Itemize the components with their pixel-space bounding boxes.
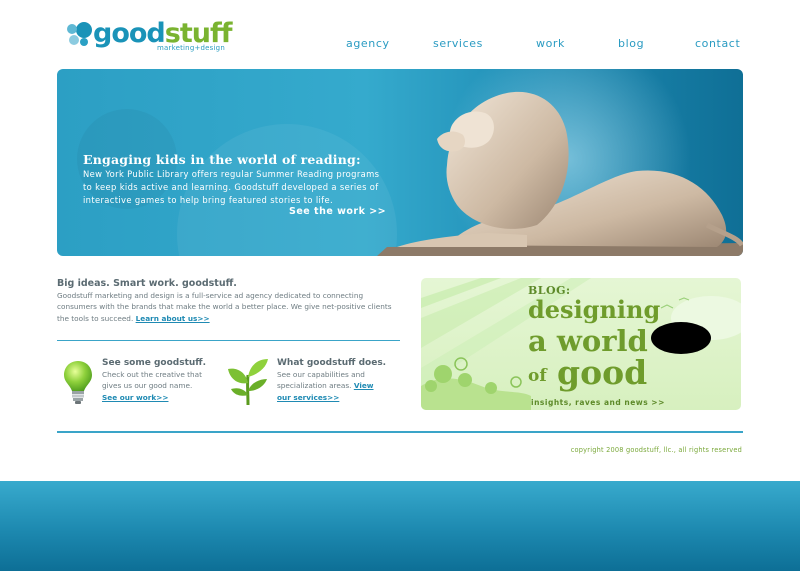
hero-description: New York Public Library offers regular S… bbox=[83, 169, 380, 205]
lion-statue-image bbox=[377, 91, 743, 256]
nav-work[interactable]: work bbox=[536, 37, 565, 50]
section-divider bbox=[57, 340, 400, 341]
hero-title: Engaging kids in the world of reading: bbox=[83, 152, 361, 167]
feature-services-text: See our capabilities and specialization … bbox=[277, 369, 387, 403]
feature-work-body: Check out the creative that gives us our… bbox=[102, 370, 202, 391]
footer-band bbox=[0, 481, 800, 571]
intro-heading: Big ideas. Smart work. goodstuff. bbox=[57, 278, 237, 289]
main-nav: agency services work blog contact bbox=[0, 37, 800, 51]
nav-services[interactable]: services bbox=[433, 37, 483, 50]
feature-work-text: Check out the creative that gives us our… bbox=[102, 369, 218, 403]
blog-headline-2: a world bbox=[528, 324, 648, 358]
blog-headline-of: of bbox=[528, 366, 547, 386]
nav-contact[interactable]: contact bbox=[695, 37, 740, 50]
nav-blog[interactable]: blog bbox=[618, 37, 644, 50]
hero-banner[interactable]: Engaging kids in the world of reading: N… bbox=[57, 69, 743, 256]
lightbulb-icon bbox=[64, 361, 92, 404]
see-the-work-link[interactable]: See the work >> bbox=[289, 206, 386, 217]
footer-divider bbox=[57, 431, 743, 433]
feature-services-title: What goodstuff does. bbox=[277, 358, 387, 368]
nav-agency[interactable]: agency bbox=[346, 37, 390, 50]
plant-icon bbox=[228, 359, 268, 406]
blog-headline-1: designing bbox=[528, 295, 661, 324]
feature-work-title: See some goodstuff. bbox=[102, 358, 207, 368]
copyright-text: copyright 2008 goodstuff, llc., all righ… bbox=[570, 446, 742, 454]
learn-about-us-link[interactable]: Learn about us>> bbox=[136, 314, 210, 323]
intro-text: Goodstuff marketing and design is a full… bbox=[57, 290, 397, 324]
blog-tagline-link[interactable]: insights, raves and news >> bbox=[531, 398, 665, 407]
feature-services-body: See our capabilities and specialization … bbox=[277, 370, 365, 391]
see-our-work-link[interactable]: See our work>> bbox=[102, 393, 168, 402]
blog-headline-good: good bbox=[557, 353, 648, 392]
intro-body: Goodstuff marketing and design is a full… bbox=[57, 291, 392, 323]
blog-promo[interactable]: BLOG: designing a world of good insights… bbox=[421, 278, 741, 410]
